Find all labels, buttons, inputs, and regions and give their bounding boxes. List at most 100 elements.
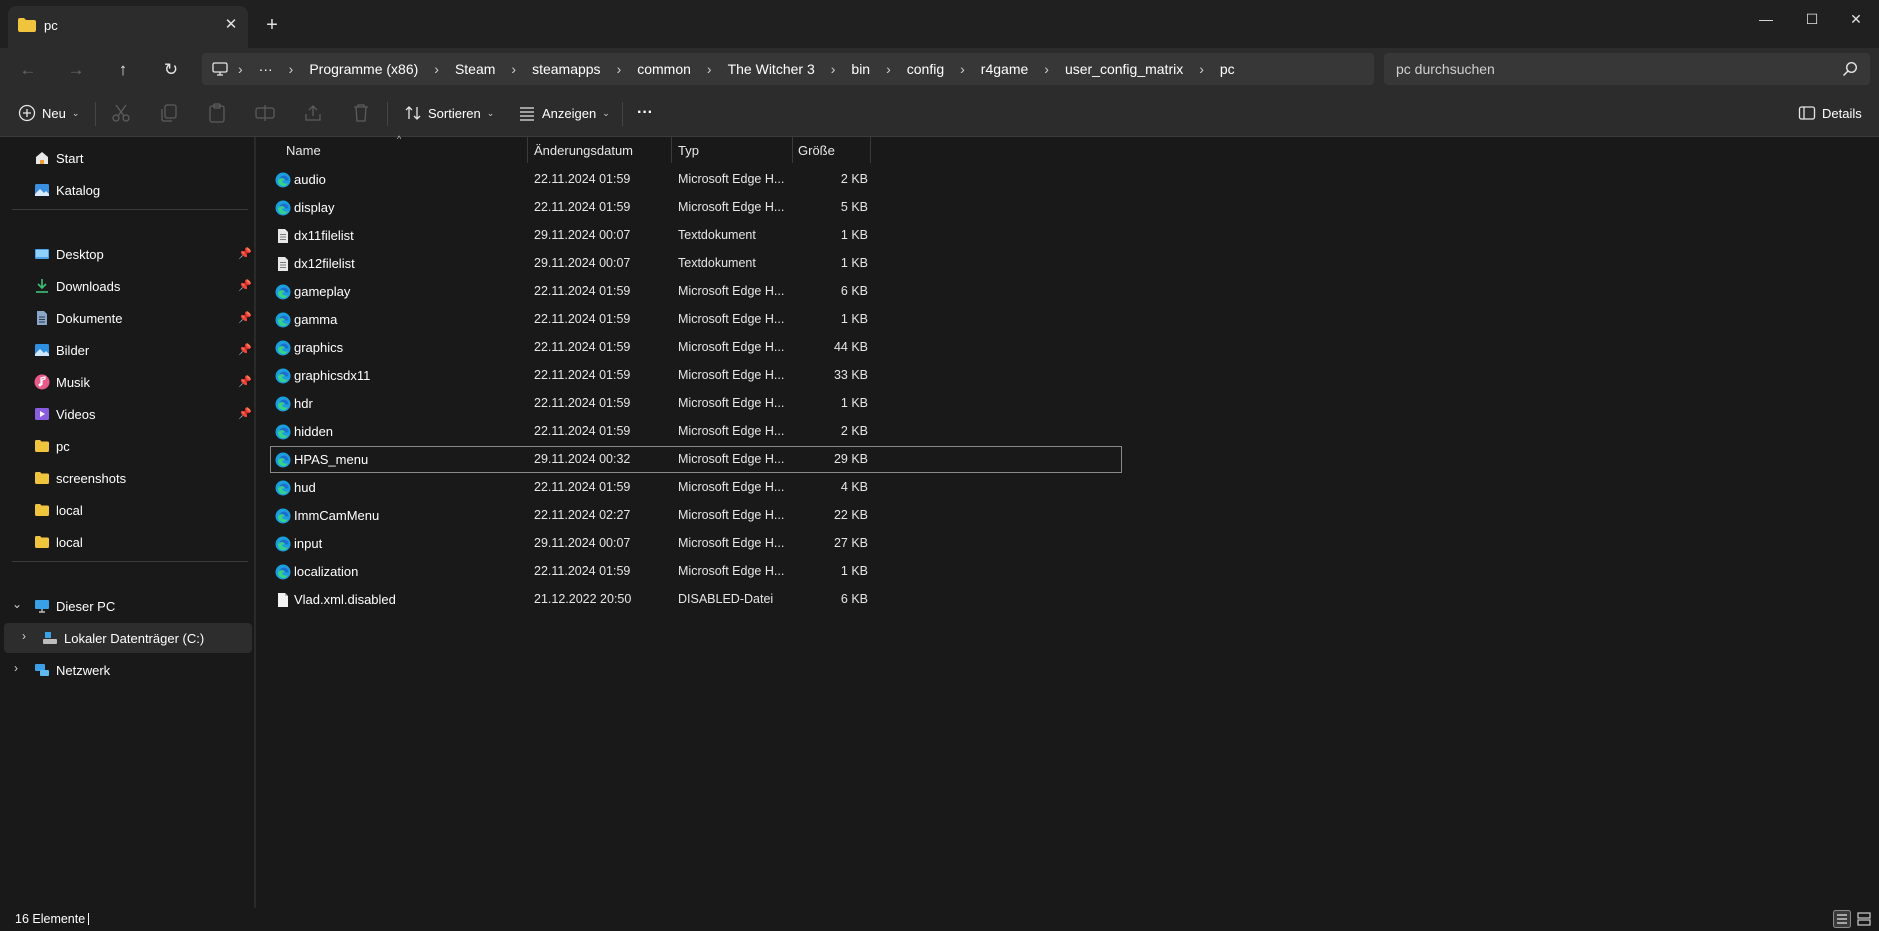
sidebar-item-local[interactable]: local — [0, 527, 250, 557]
file-row[interactable]: hidden 22.11.2024 01:59 Microsoft Edge H..… — [270, 418, 1124, 445]
forward-button[interactable]: → — [60, 56, 92, 84]
file-type: Microsoft Edge H... — [678, 312, 785, 326]
more-options-button[interactable]: ··· — [637, 98, 653, 128]
delete-icon[interactable] — [350, 102, 372, 124]
file-row[interactable]: audio 22.11.2024 01:59 Microsoft Edge H...… — [270, 166, 1124, 193]
column-divider[interactable] — [870, 137, 871, 163]
file-row[interactable]: HPAS_menu 29.11.2024 00:32 Microsoft Edge … — [270, 446, 1122, 473]
view-icon — [520, 107, 534, 121]
back-button[interactable]: ← — [12, 56, 44, 84]
file-name: HPAS_menu — [294, 452, 369, 467]
breadcrumb-more[interactable]: ··· — [255, 61, 277, 77]
status-bar: 16 Elemente — [0, 908, 1879, 931]
close-window-button[interactable]: ✕ — [1833, 4, 1879, 34]
file-row[interactable]: input 29.11.2024 00:07 Microsoft Edge H...… — [270, 530, 1124, 557]
file-row[interactable]: dx11filelist 29.11.2024 00:07 Textdokument… — [270, 222, 1124, 249]
file-name: hud — [294, 480, 316, 495]
search-icon — [1842, 61, 1858, 77]
column-header-size[interactable]: Größe — [798, 143, 835, 158]
sidebar-item-dokumente[interactable]: Dokumente 📌 — [0, 303, 252, 333]
file-row[interactable]: dx12filelist 29.11.2024 00:07 Textdokument… — [270, 250, 1124, 277]
sidebar-item-katalog[interactable]: Katalog — [0, 175, 250, 205]
refresh-button[interactable]: ↻ — [155, 56, 187, 84]
sidebar-item-desktop[interactable]: Desktop 📌 — [0, 239, 252, 269]
sidebar-item-network[interactable]: › Netzwerk — [0, 655, 250, 685]
breadcrumb-item[interactable]: Programme (x86) — [305, 61, 422, 77]
file-row[interactable]: hud 22.11.2024 01:59 Microsoft Edge H... 4 … — [270, 474, 1124, 501]
new-tab-button[interactable]: + — [258, 12, 286, 40]
breadcrumb-item[interactable]: steamapps — [528, 61, 604, 77]
breadcrumb-item[interactable]: config — [903, 61, 948, 77]
file-row[interactable]: gameplay 22.11.2024 01:59 Microsoft Edge H… — [270, 278, 1124, 305]
file-row[interactable]: localization 22.11.2024 01:59 Microsoft Ed… — [270, 558, 1124, 585]
sidebar-item-drive-c[interactable]: › Lokaler Datenträger (C:) — [4, 623, 252, 653]
file-type: Microsoft Edge H... — [678, 480, 785, 494]
column-divider[interactable] — [671, 137, 672, 163]
file-row[interactable]: display 22.11.2024 01:59 Microsoft Edge H.… — [270, 194, 1124, 221]
file-name: hidden — [294, 424, 334, 439]
column-header-date[interactable]: Änderungsdatum — [534, 143, 633, 158]
file-name: audio — [294, 172, 326, 187]
divider — [622, 102, 623, 126]
copy-icon[interactable] — [158, 102, 180, 124]
chevron-down-icon: ⌄ — [71, 107, 80, 118]
sidebar-item-bilder[interactable]: Bilder 📌 — [0, 335, 252, 365]
search-input[interactable]: pc durchsuchen — [1384, 53, 1870, 85]
file-type: Microsoft Edge H... — [678, 424, 785, 438]
sidebar-item-videos[interactable]: Videos 📌 — [0, 399, 252, 429]
share-icon[interactable] — [302, 102, 324, 124]
paste-icon[interactable] — [206, 102, 228, 124]
breadcrumb-item[interactable]: user_config_matrix — [1061, 61, 1187, 77]
column-header-name[interactable]: Name — [286, 143, 321, 158]
sidebar-item-downloads[interactable]: Downloads 📌 — [0, 271, 252, 301]
breadcrumb-item[interactable]: Steam — [451, 61, 499, 77]
up-button[interactable]: ↑ — [107, 56, 139, 84]
breadcrumb[interactable]: › ··· › Programme (x86) › Steam › steama… — [202, 53, 1374, 85]
view-button[interactable]: Anzeigen ⌄ — [518, 98, 610, 128]
sidebar-item-label: Downloads — [56, 279, 121, 294]
column-divider[interactable] — [527, 137, 528, 163]
breadcrumb-item[interactable]: The Witcher 3 — [724, 61, 819, 77]
file-row[interactable]: ImmCamMenu 22.11.2024 02:27 Microsoft Edge… — [270, 502, 1124, 529]
rename-icon[interactable] — [254, 102, 276, 124]
sidebar-item-pc[interactable]: pc — [0, 431, 250, 461]
sidebar-item-this-pc[interactable]: ⌄ Dieser PC — [0, 591, 250, 621]
cut-icon[interactable] — [110, 102, 132, 124]
column-header-type[interactable]: Typ — [678, 143, 699, 158]
desktop-icon — [35, 249, 49, 259]
sidebar-item-local[interactable]: local — [0, 495, 250, 525]
column-divider[interactable] — [792, 137, 793, 163]
item-count: 16 Elemente — [15, 912, 86, 926]
sidebar-item-start[interactable]: Start — [0, 143, 250, 173]
file-size: 22 KB — [833, 508, 868, 522]
sidebar-item-label: pc — [56, 439, 70, 454]
edge-icon — [275, 340, 291, 356]
close-tab-button[interactable]: ✕ — [220, 14, 242, 36]
details-button-label: Details — [1822, 105, 1862, 121]
details-button[interactable]: Details — [1798, 98, 1862, 128]
tab-pc[interactable]: pc ✕ — [8, 6, 248, 48]
sidebar-item-musik[interactable]: Musik 📌 — [0, 367, 252, 397]
tiles-view-icon[interactable] — [1855, 910, 1873, 928]
file-row[interactable]: graphics 22.11.2024 01:59 Microsoft Edge H… — [270, 334, 1124, 361]
file-row[interactable]: hdr 22.11.2024 01:59 Microsoft Edge H... 1 … — [270, 390, 1124, 417]
details-view-icon[interactable] — [1833, 910, 1851, 928]
maximize-button[interactable]: ☐ — [1789, 4, 1835, 34]
file-row[interactable]: gamma 22.11.2024 01:59 Microsoft Edge H...… — [270, 306, 1124, 333]
breadcrumb-item[interactable]: bin — [847, 61, 874, 77]
folder-icon — [35, 472, 49, 484]
sidebar-item-screenshots[interactable]: screenshots — [0, 463, 250, 493]
new-button[interactable]: Neu ⌄ — [18, 98, 79, 128]
sort-button[interactable]: Sortieren ⌄ — [404, 98, 494, 128]
chevron-down-icon: ⌄ — [486, 107, 495, 118]
minimize-button[interactable]: — — [1743, 4, 1789, 34]
edge-icon — [275, 480, 291, 496]
file-row[interactable]: graphicsdx11 22.11.2024 01:59 Microsoft Ed… — [270, 362, 1124, 389]
breadcrumb-item[interactable]: r4game — [977, 61, 1032, 77]
edge-icon — [275, 564, 291, 580]
file-row[interactable]: Vlad.xml.disabled 21.12.2022 20:50 DISABLE… — [270, 586, 1124, 613]
text-file-icon — [275, 256, 291, 272]
file-size: 6 KB — [840, 284, 868, 298]
breadcrumb-item[interactable]: pc — [1216, 61, 1239, 77]
breadcrumb-item[interactable]: common — [633, 61, 695, 77]
